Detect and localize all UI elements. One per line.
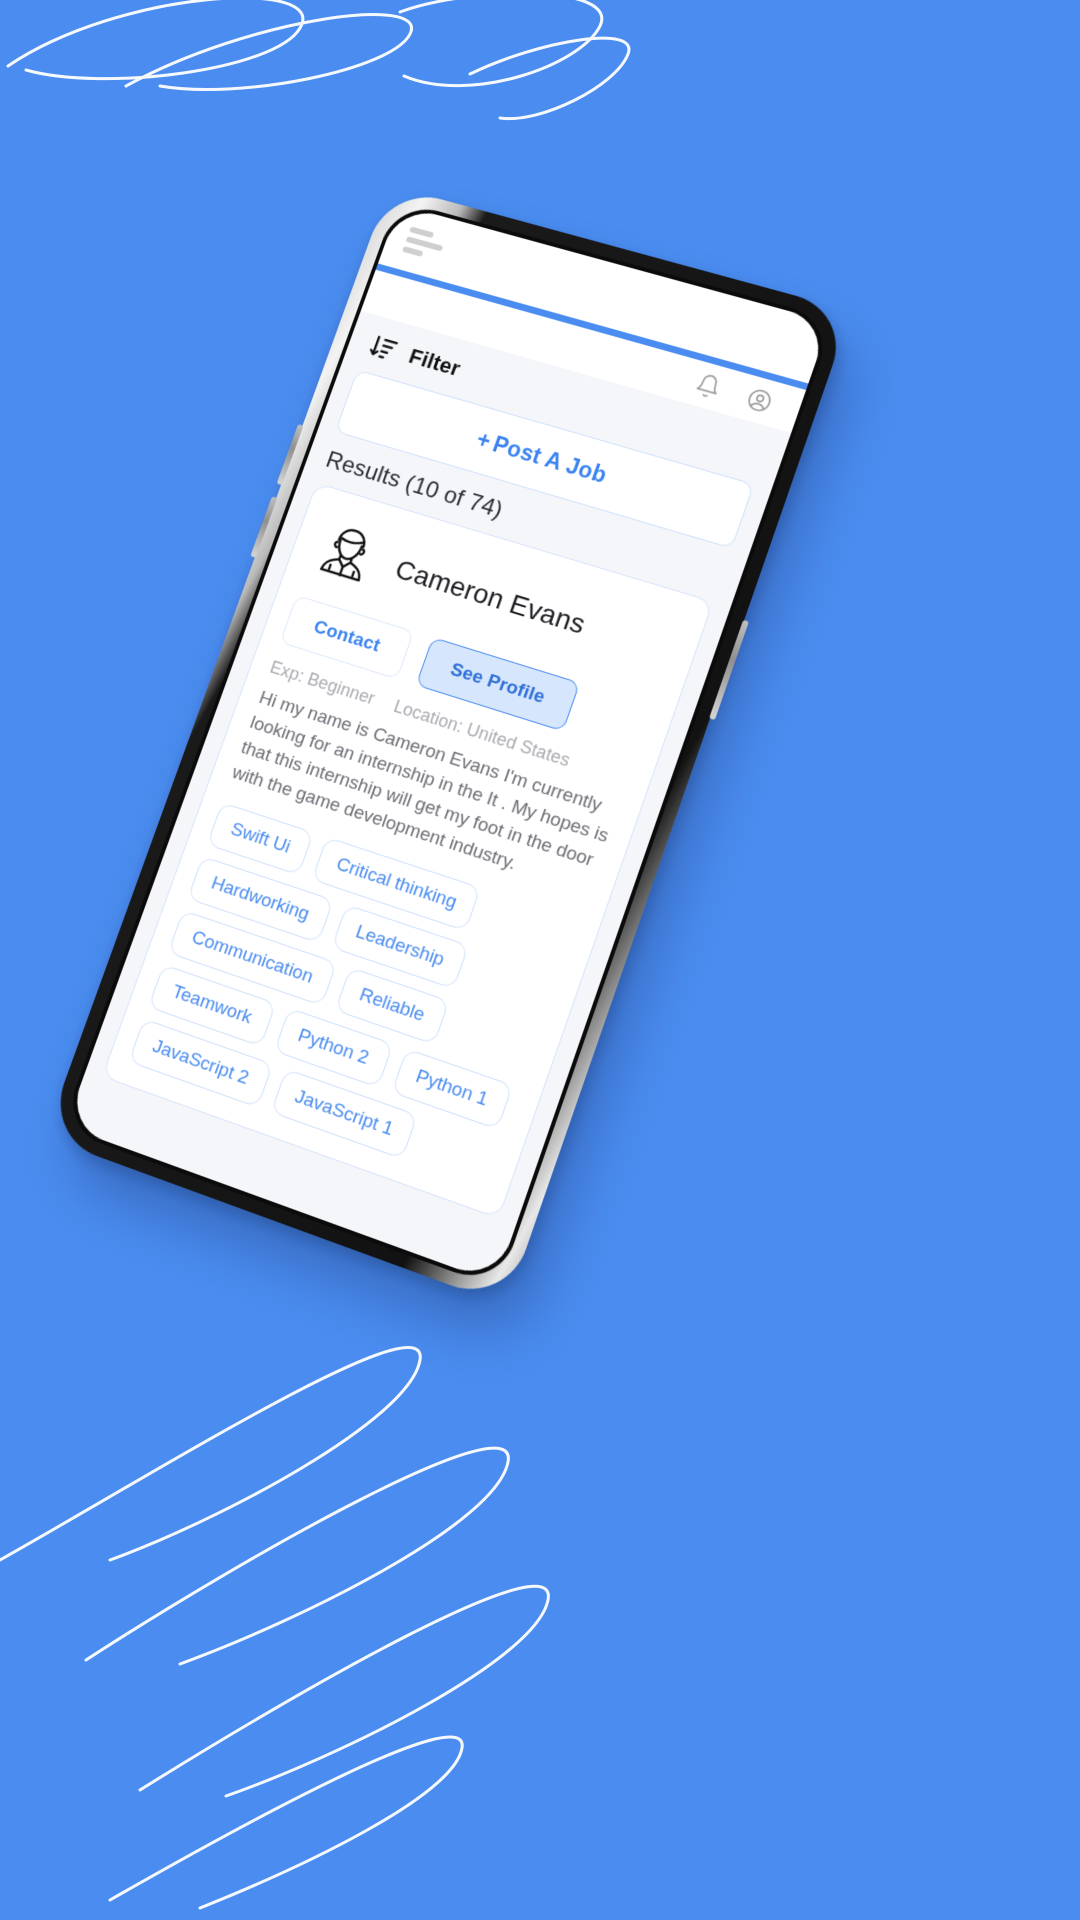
post-a-job-label: Post A Job <box>489 431 611 488</box>
person-avatar-icon <box>303 511 392 597</box>
user-circle-icon[interactable] <box>743 385 776 416</box>
phone-stage: Filter +Post A Job Results (10 of 74) Ca… <box>0 0 1080 1920</box>
app-screen: Filter +Post A Job Results (10 of 74) Ca… <box>65 204 830 1283</box>
person-name: Cameron Evans <box>391 553 590 640</box>
bell-icon[interactable] <box>692 371 725 402</box>
phone-mockup: Filter +Post A Job Results (10 of 74) Ca… <box>44 185 852 1306</box>
hamburger-line <box>401 246 424 257</box>
main-content: Filter +Post A Job Results (10 of 74) Ca… <box>65 310 792 1283</box>
phone-bezel: Filter +Post A Job Results (10 of 74) Ca… <box>60 200 835 1289</box>
profile-card[interactable]: Cameron Evans Contact See Profile Exp: B… <box>101 482 714 1219</box>
hamburger-line <box>409 226 435 239</box>
sort-descending-icon[interactable] <box>365 331 402 366</box>
hamburger-menu-icon[interactable] <box>401 226 449 261</box>
filter-label: Filter <box>405 343 464 381</box>
